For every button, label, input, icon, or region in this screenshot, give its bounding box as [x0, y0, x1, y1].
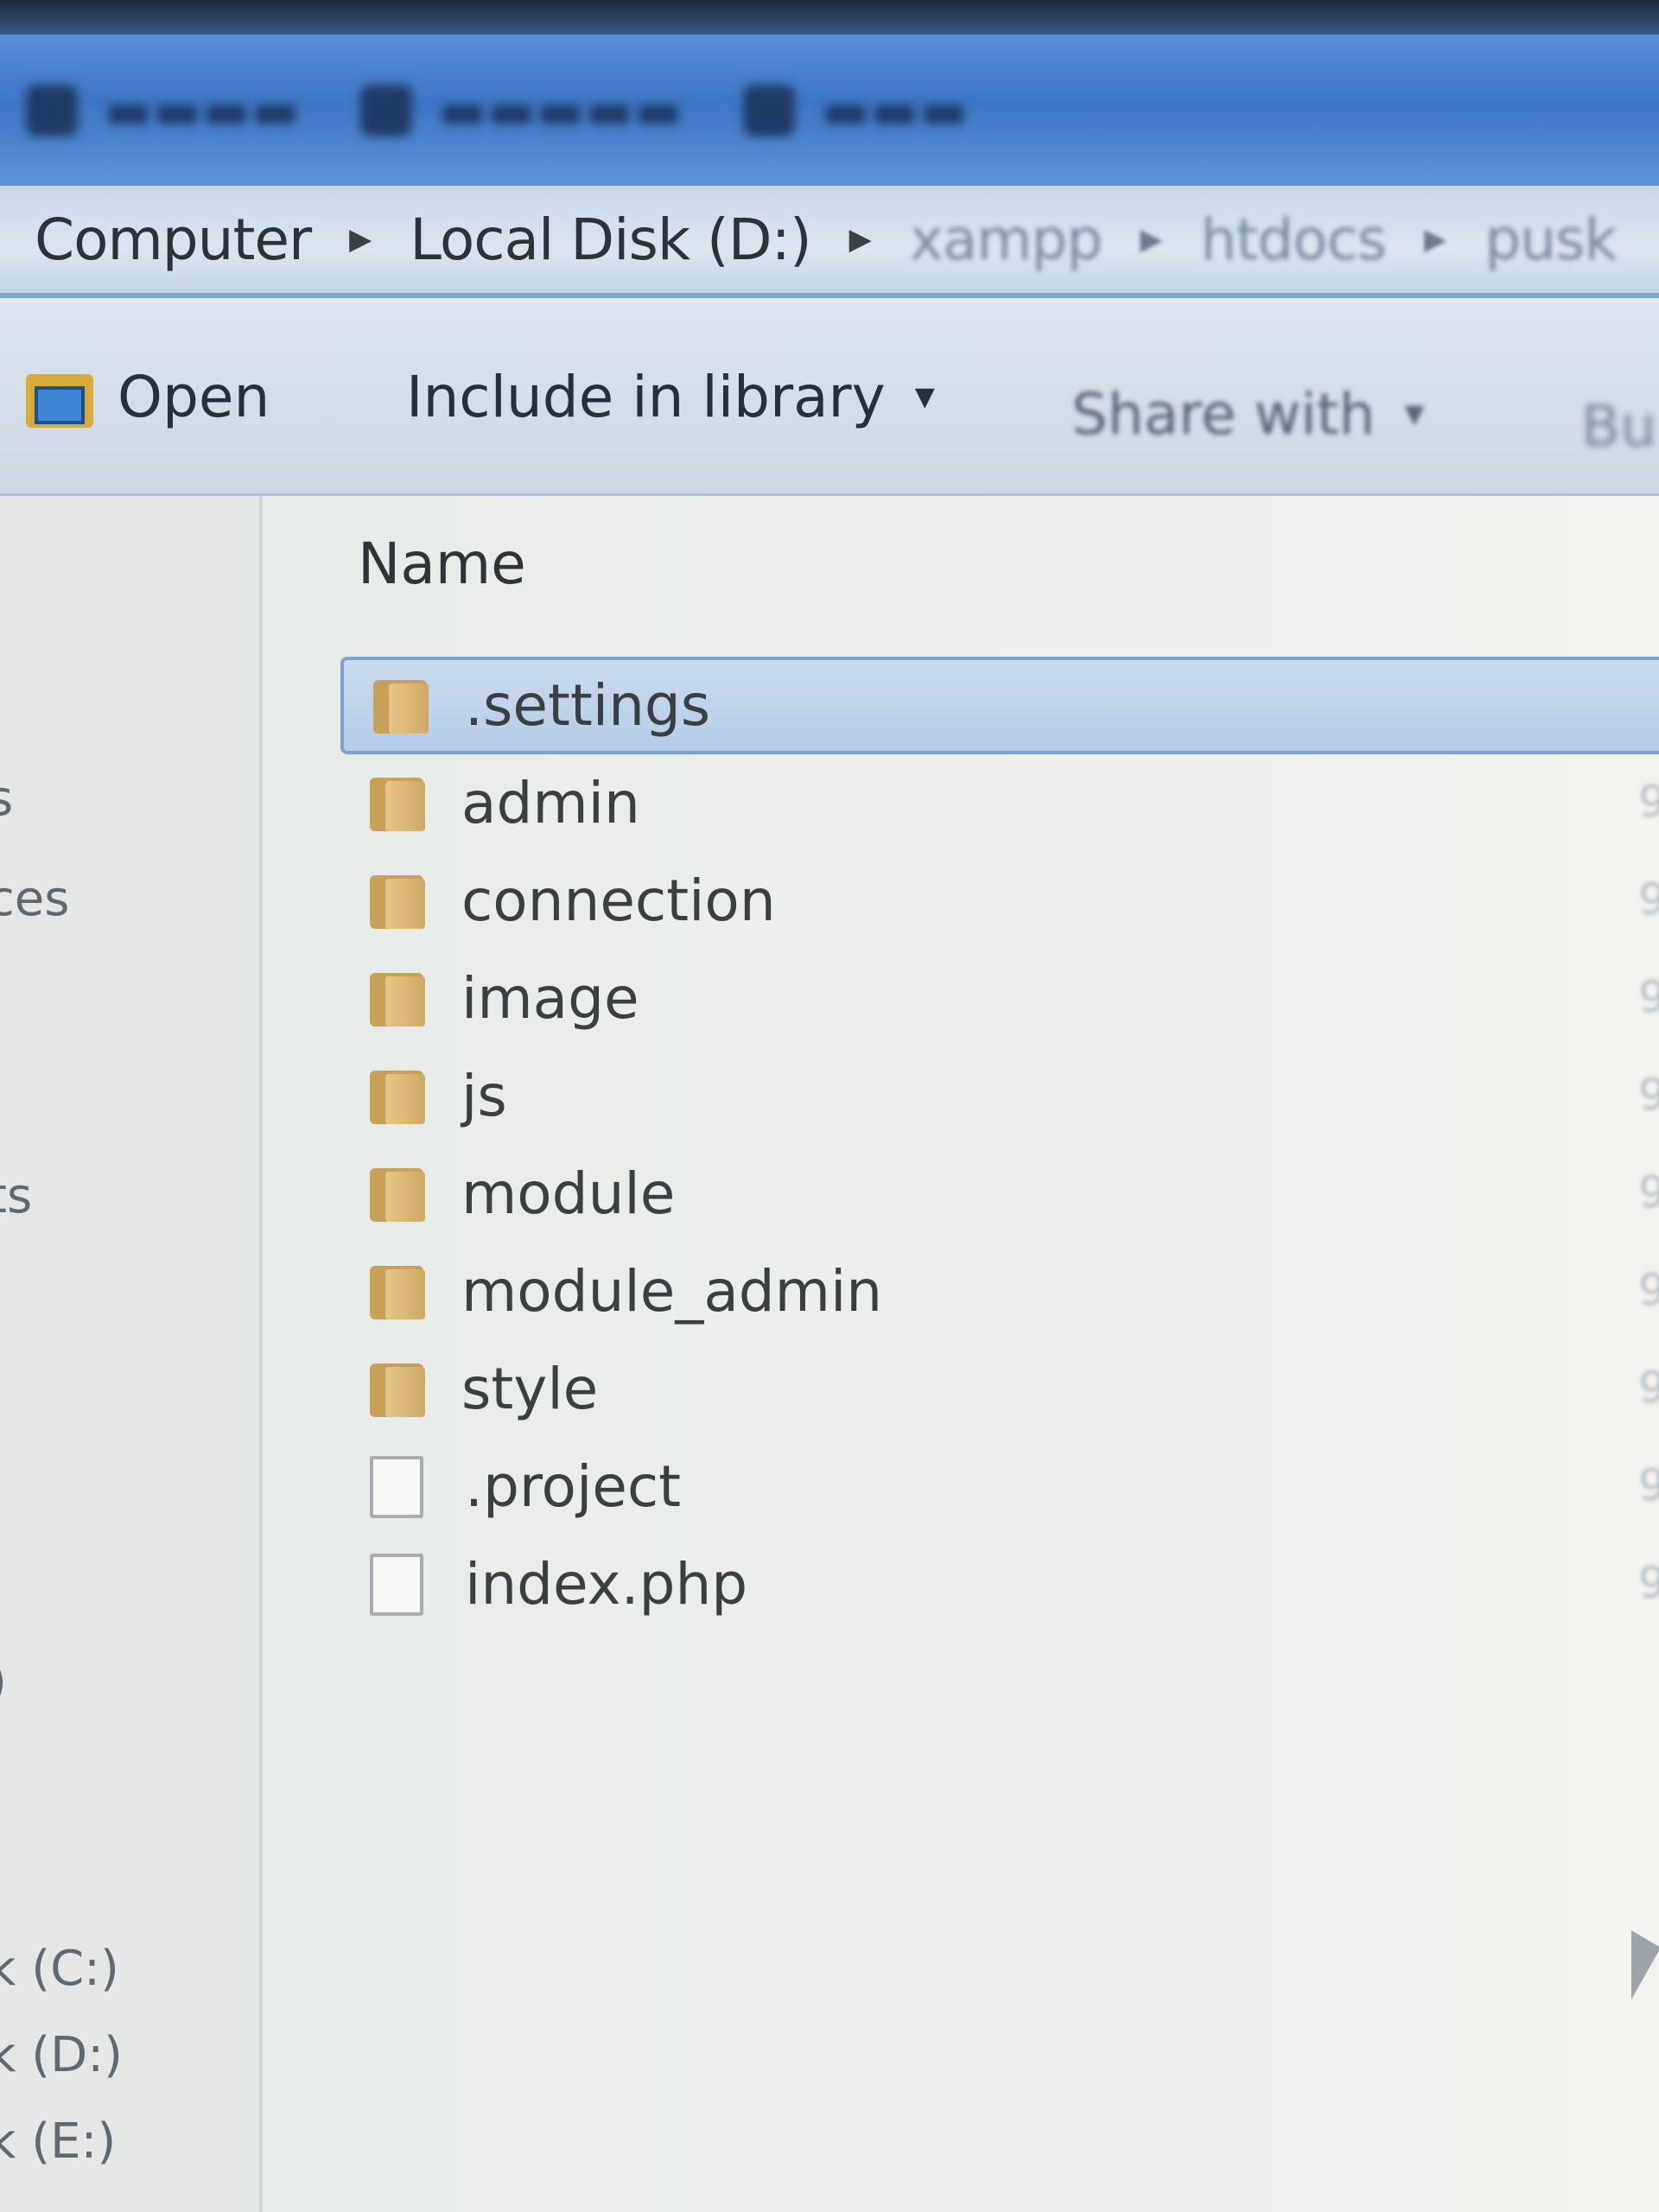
share-with-button[interactable]: Share with ▼: [1071, 381, 1425, 448]
folder-icon: [366, 772, 427, 835]
burn-button-label: Bu: [1581, 393, 1657, 460]
command-bar: Open Include in library ▼ Share with ▼ B…: [0, 303, 1659, 496]
chevron-down-icon: ▼: [914, 382, 935, 412]
list-item-index-php[interactable]: index.php 9: [340, 1535, 1659, 1633]
date-modified: 9: [1638, 1363, 1659, 1413]
date-modified: 9: [1638, 1558, 1659, 1608]
file-rows: .settings admin 9 connection 9 image 9 j…: [340, 657, 1659, 1633]
file-name: module_admin: [461, 1258, 883, 1325]
open-button[interactable]: Open: [26, 362, 270, 431]
breadcrumb-xampp[interactable]: xampp: [910, 207, 1103, 273]
chevron-down-icon: ▼: [1404, 399, 1425, 429]
file-name: connection: [461, 868, 776, 934]
open-button-label: Open: [118, 363, 270, 430]
nav-item-documents[interactable]: ts: [0, 1168, 32, 1224]
list-item-js[interactable]: js 9: [340, 1047, 1659, 1145]
nav-item-local-disk-c[interactable]: k (C:): [0, 1941, 119, 1997]
taskbar-item-label: ▬▬▬▬: [104, 79, 300, 141]
app-icon: [26, 84, 78, 137]
nav-item-favorites[interactable]: s: [0, 771, 13, 827]
navigation-pane: s ces ts ) k (C:) k (D:) k (E:): [0, 496, 263, 2212]
mouse-cursor-icon: [1631, 1930, 1659, 1999]
list-item-admin[interactable]: admin 9: [340, 754, 1659, 852]
list-item-project[interactable]: .project 9: [340, 1438, 1659, 1535]
breadcrumb-computer[interactable]: Computer: [35, 207, 312, 273]
app-icon: [359, 84, 412, 137]
include-in-library-label: Include in library: [406, 364, 886, 430]
folder-icon: [366, 1065, 427, 1128]
file-name: .settings: [465, 672, 711, 739]
file-name: image: [461, 965, 639, 1032]
file-name: js: [461, 1063, 507, 1129]
taskbar-item[interactable]: ▬▬▬▬▬: [359, 79, 683, 141]
file-name: admin: [461, 770, 640, 836]
folder-icon: [366, 968, 427, 1030]
breadcrumb-local-disk-d[interactable]: Local Disk (D:): [410, 207, 811, 273]
folder-icon: [370, 675, 430, 737]
breadcrumb-separator-icon[interactable]: ▶: [849, 222, 872, 257]
nav-item-places[interactable]: ces: [0, 871, 69, 927]
window-title-bar: ▬▬▬▬ ▬▬▬▬▬ ▬▬▬: [0, 35, 1659, 186]
breadcrumb-separator-icon[interactable]: ▶: [349, 222, 372, 257]
include-in-library-button[interactable]: Include in library ▼: [406, 364, 935, 430]
date-modified: 9: [1638, 1070, 1659, 1120]
breadcrumb-separator-icon[interactable]: ▶: [1140, 222, 1162, 257]
folder-icon: [366, 1163, 427, 1225]
folder-icon: [366, 1358, 427, 1421]
list-item-image[interactable]: image 9: [340, 950, 1659, 1047]
taskbar-item-label: ▬▬▬▬▬: [437, 79, 683, 141]
file-icon: [370, 1553, 423, 1616]
breadcrumb-separator-icon[interactable]: ▶: [1424, 222, 1446, 257]
folder-icon: [366, 870, 427, 932]
open-folder-icon: [26, 362, 95, 431]
taskbar-item[interactable]: ▬▬▬: [743, 80, 968, 141]
date-modified: 9: [1638, 1265, 1659, 1315]
name-column-header[interactable]: Name: [358, 531, 526, 597]
file-name: index.php: [465, 1551, 748, 1618]
share-with-label: Share with: [1071, 381, 1376, 448]
screen-bezel: [0, 0, 1659, 35]
file-name: .project: [465, 1453, 682, 1520]
list-item-connection[interactable]: connection 9: [340, 852, 1659, 950]
breadcrumb-htdocs[interactable]: htdocs: [1201, 207, 1388, 273]
date-modified: 9: [1638, 1460, 1659, 1510]
file-name: style: [461, 1356, 599, 1422]
nav-item-unknown[interactable]: ): [0, 1654, 7, 1710]
date-modified: 9: [1638, 874, 1659, 925]
pencil-icon: [743, 84, 796, 137]
date-modified: 9: [1638, 1167, 1659, 1217]
date-modified: 9: [1638, 777, 1659, 827]
list-item-style[interactable]: style 9: [340, 1340, 1659, 1438]
list-item-settings[interactable]: .settings: [340, 657, 1659, 754]
address-bar[interactable]: Computer ▶ Local Disk (D:) ▶ xampp ▶ htd…: [0, 186, 1659, 298]
taskbar-item-label: ▬▬▬: [821, 79, 969, 141]
nav-item-local-disk-d[interactable]: k (D:): [0, 2027, 123, 2083]
file-name: module: [461, 1160, 676, 1227]
breadcrumb-project[interactable]: pusk: [1484, 207, 1617, 273]
file-list: Name .settings admin 9 connection 9 imag…: [263, 496, 1659, 2212]
date-modified: 9: [1638, 972, 1659, 1022]
folder-icon: [366, 1261, 427, 1323]
file-icon: [370, 1455, 423, 1518]
list-item-module-admin[interactable]: module_admin 9: [340, 1243, 1659, 1340]
burn-button[interactable]: Bu: [1581, 393, 1656, 460]
list-item-module[interactable]: module 9: [340, 1145, 1659, 1243]
nav-item-local-disk-e[interactable]: k (E:): [0, 2113, 116, 2170]
taskbar-item[interactable]: ▬▬▬▬: [26, 80, 300, 141]
